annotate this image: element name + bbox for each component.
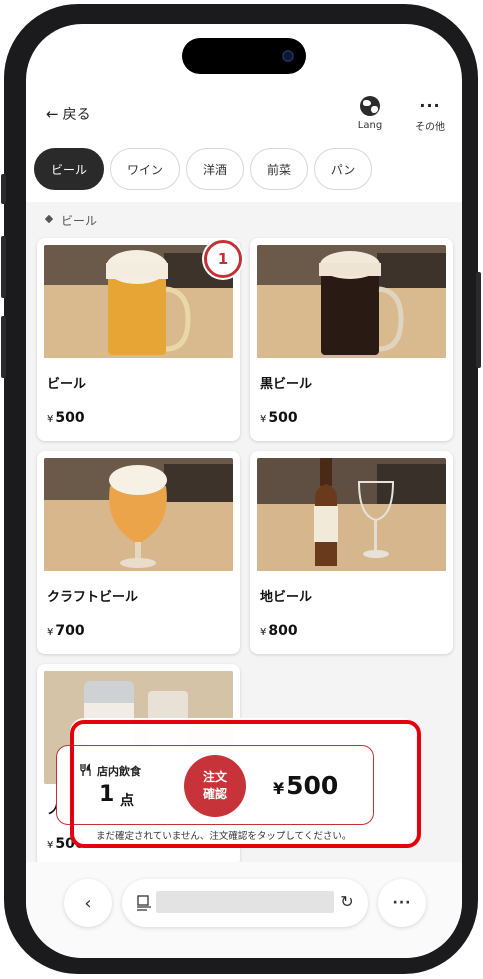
- item-count-unit: 点: [120, 793, 134, 809]
- tab-beer[interactable]: ビール: [34, 148, 104, 190]
- address-bar[interactable]: ↻: [122, 879, 368, 927]
- power-button: [476, 272, 481, 368]
- tab-western-liquor[interactable]: 洋酒: [186, 148, 244, 190]
- screen: ← 戻る Lang ··· その他 ビール ワイン 洋酒 前菜 パン ビール ビ…: [26, 24, 462, 958]
- lang-button[interactable]: Lang: [348, 96, 392, 131]
- category-tabs: ビール ワイン 洋酒 前菜 パン: [34, 148, 372, 190]
- craft-beer-photo: [44, 458, 233, 571]
- section-label: ビール: [61, 214, 98, 228]
- lang-label: Lang: [357, 120, 383, 131]
- camera-icon: [282, 50, 294, 62]
- more-dots-icon: ···: [392, 895, 412, 911]
- item-name: クラフトビール: [47, 590, 139, 605]
- browser-back-button[interactable]: ‹: [64, 879, 112, 927]
- arrow-left-icon: ←: [46, 105, 59, 123]
- url-field[interactable]: [156, 891, 334, 913]
- local-beer-photo: [257, 458, 446, 571]
- phone-frame: ← 戻る Lang ··· その他 ビール ワイン 洋酒 前菜 パン ビール ビ…: [1, 4, 481, 974]
- globe-icon: [360, 96, 380, 116]
- more-label: その他: [415, 122, 445, 133]
- item-price: ¥800: [260, 623, 298, 639]
- menu-item-card[interactable]: 地ビール ¥800: [250, 451, 453, 654]
- browser-more-button[interactable]: ···: [378, 879, 426, 927]
- tab-appetizer[interactable]: 前菜: [250, 148, 308, 190]
- back-label: 戻る: [62, 107, 91, 123]
- dark-beer-photo: [257, 245, 446, 358]
- order-total: ¥500: [273, 771, 339, 800]
- order-note: まだ確定されていません、注文確認をタップしてください。: [96, 831, 352, 842]
- more-button[interactable]: ··· その他: [408, 96, 452, 133]
- silent-switch: [1, 174, 6, 204]
- back-button[interactable]: ← 戻る: [46, 104, 91, 124]
- cutlery-icon: [80, 763, 91, 776]
- volume-down-button: [1, 316, 6, 378]
- item-price: ¥500: [260, 410, 298, 426]
- cart-quantity-badge: 1: [204, 240, 242, 278]
- item-name: ビール: [47, 377, 87, 392]
- tab-wine[interactable]: ワイン: [110, 148, 180, 190]
- item-price: ¥700: [47, 623, 85, 639]
- item-price: ¥500: [47, 410, 85, 426]
- tab-bread[interactable]: パン: [314, 148, 372, 190]
- more-dots-icon: ···: [419, 96, 441, 115]
- confirm-label-line1: 注文: [202, 770, 227, 784]
- chevron-left-icon: ‹: [84, 892, 92, 914]
- page-icon: [137, 895, 151, 911]
- order-summary-bar: 店内飲食 1 点 注文 確認 ¥500: [56, 745, 374, 825]
- item-name: 黒ビール: [260, 377, 313, 392]
- item-count: 1: [99, 782, 115, 807]
- dine-in-label: 店内飲食: [97, 765, 141, 778]
- item-name: 地ビール: [260, 590, 313, 605]
- confirm-label-line2: 確認: [202, 787, 227, 801]
- section-header: ビール: [44, 212, 97, 229]
- layers-icon: [44, 215, 55, 226]
- volume-up-button: [1, 236, 6, 298]
- reload-icon[interactable]: ↻: [336, 891, 358, 913]
- order-confirm-button[interactable]: 注文 確認: [184, 755, 246, 817]
- menu-item-card[interactable]: クラフトビール ¥700: [37, 451, 240, 654]
- menu-item-card[interactable]: 黒ビール ¥500: [250, 238, 453, 441]
- dynamic-island: [182, 38, 306, 74]
